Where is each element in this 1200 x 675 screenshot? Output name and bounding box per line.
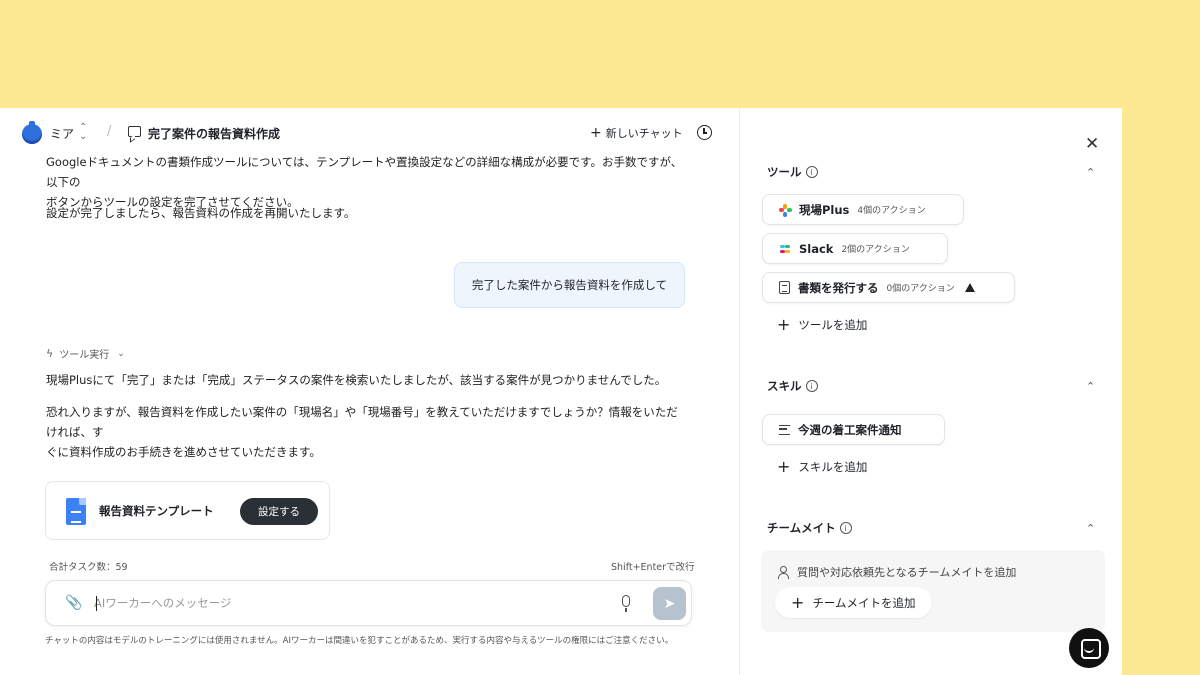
support-chat-button[interactable] bbox=[1069, 628, 1109, 668]
team-section-title: チームメイト i bbox=[767, 520, 852, 536]
tool-item-issue-document[interactable]: 書類を発行する 0個のアクション bbox=[762, 272, 1015, 303]
task-count: 合計タスク数：59 bbox=[49, 562, 128, 573]
add-teammate-label: チームメイトを追加 bbox=[812, 595, 916, 610]
chevron-up-icon[interactable]: ⌃ bbox=[1086, 380, 1095, 393]
chat-pane: ミア ⌃ ⌄ / 完了案件の報告資料作成 + 新しいチャット Googleドキュメ… bbox=[0, 108, 740, 675]
text-caret bbox=[96, 596, 97, 611]
tool-action-count: 4個のアクション bbox=[857, 206, 926, 216]
assistant-message: 設定が完了しましたら、報告資料の作成を再開いたします。 bbox=[46, 206, 356, 220]
plus-icon: + bbox=[777, 315, 791, 334]
assistant-message: 現場Plusにて「完了」または「完成」ステータスの案件を検索いたしましたが、該当… bbox=[46, 373, 667, 387]
tool-name: 現場Plus bbox=[799, 202, 850, 217]
skill-name: 今週の着工案件通知 bbox=[798, 422, 902, 437]
teammate-hint: 質問や対応依頼先となるチームメイトを追加 bbox=[797, 566, 1017, 579]
tool-name: Slack bbox=[799, 241, 834, 256]
assistant-message-line: ぐに資料作成のお手続きを進めさせていただきます。 bbox=[46, 445, 321, 459]
info-icon[interactable]: i bbox=[805, 166, 818, 178]
tool-run-toggle[interactable]: ϟ ツール実行 ⌄ bbox=[46, 346, 125, 361]
breadcrumb-separator: / bbox=[107, 124, 112, 139]
attach-icon[interactable]: 📎 bbox=[65, 595, 82, 611]
info-icon[interactable]: i bbox=[805, 380, 818, 392]
tool-action-count: 0個のアクション bbox=[886, 284, 955, 294]
skill-item-weekly-notice[interactable]: 今週の着工案件通知 bbox=[762, 414, 945, 445]
chevron-down-icon: ⌄ bbox=[117, 348, 125, 359]
new-chat-button[interactable]: + 新しいチャット bbox=[590, 125, 683, 141]
agent-avatar[interactable] bbox=[22, 121, 42, 144]
genba-plus-icon bbox=[779, 203, 792, 217]
settings-panel: ✕ ツール i ⌃ 現場Plus 4個のアクション Slack 2個のアクション… bbox=[741, 108, 1122, 675]
background-strip bbox=[1122, 108, 1200, 675]
info-icon[interactable]: i bbox=[839, 522, 852, 534]
tools-title: ツール bbox=[767, 165, 802, 179]
tools-section-title: ツール i bbox=[767, 164, 818, 180]
tool-run-label: ツール実行 bbox=[59, 350, 110, 361]
bolt-icon: ϟ bbox=[46, 347, 54, 360]
message-input[interactable] bbox=[94, 593, 594, 613]
teammate-box: 質問や対応依頼先となるチームメイトを追加 + チームメイトを追加 bbox=[761, 550, 1105, 632]
add-tool-label: ツールを追加 bbox=[798, 318, 868, 332]
skills-section-title: スキル i bbox=[767, 378, 818, 394]
app-window: ミア ⌃ ⌄ / 完了案件の報告資料作成 + 新しいチャット Googleドキュメ… bbox=[0, 108, 1122, 675]
send-icon: ➤ bbox=[663, 595, 676, 612]
document-icon bbox=[779, 281, 790, 294]
add-skill-button[interactable]: + スキルを追加 bbox=[777, 459, 867, 475]
add-teammate-button[interactable]: + チームメイトを追加 bbox=[775, 587, 932, 618]
shortcut-hint: Shift+Enterで改行 bbox=[611, 562, 695, 573]
team-title: チームメイト bbox=[767, 521, 836, 535]
chat-header: ミア ⌃ ⌄ / 完了案件の報告資料作成 + 新しいチャット bbox=[0, 108, 740, 158]
template-name: 報告資料テンプレート bbox=[99, 504, 214, 518]
skills-title: スキル bbox=[767, 379, 802, 393]
tool-action-count: 2個のアクション bbox=[841, 245, 910, 255]
agent-name[interactable]: ミア bbox=[50, 125, 74, 142]
chat-bubble-icon bbox=[128, 126, 141, 137]
disclaimer-text: チャットの内容はモデルのトレーニングには使用されません。AIワーカーは間違いを犯… bbox=[45, 636, 674, 646]
close-icon[interactable]: ✕ bbox=[1085, 134, 1099, 154]
agent-switch-icon[interactable]: ⌃ ⌄ bbox=[79, 123, 87, 142]
tool-name: 書類を発行する bbox=[798, 280, 879, 295]
chevron-up-icon[interactable]: ⌃ bbox=[1086, 166, 1095, 179]
user-message-bubble: 完了した案件から報告資料を作成して bbox=[454, 262, 685, 308]
warning-icon bbox=[964, 283, 975, 292]
setup-button[interactable]: 設定する bbox=[240, 498, 318, 525]
plus-icon: + bbox=[590, 125, 602, 141]
history-icon[interactable] bbox=[697, 125, 712, 140]
tool-item-genba-plus[interactable]: 現場Plus 4個のアクション bbox=[762, 194, 964, 225]
plus-icon: + bbox=[791, 592, 805, 612]
slack-icon bbox=[779, 243, 791, 255]
plus-icon: + bbox=[777, 457, 791, 476]
assistant-message-line: 恐れ入りますが、報告資料を作成したい案件の「現場名」や「現場番号」を教えていただ… bbox=[46, 405, 678, 439]
template-card: 報告資料テンプレート 設定する bbox=[45, 481, 330, 540]
list-icon bbox=[779, 424, 790, 435]
assistant-message: 恐れ入りますが、報告資料を作成したい案件の「現場名」や「現場番号」を教えていただ… bbox=[46, 402, 686, 462]
message-composer: 📎 ➤ bbox=[45, 580, 692, 626]
person-icon bbox=[778, 566, 789, 579]
tool-item-slack[interactable]: Slack 2個のアクション bbox=[762, 233, 948, 264]
user-message-text: 完了した案件から報告資料を作成して bbox=[471, 278, 668, 292]
chevron-up-icon[interactable]: ⌃ bbox=[1086, 522, 1095, 535]
send-button[interactable]: ➤ bbox=[653, 587, 686, 620]
assistant-message-line: Googleドキュメントの書類作成ツールについては、テンプレートや置換設定などの… bbox=[46, 155, 683, 189]
google-docs-icon bbox=[66, 498, 86, 525]
add-tool-button[interactable]: + ツールを追加 bbox=[777, 317, 867, 333]
add-skill-label: スキルを追加 bbox=[798, 460, 868, 474]
chat-title: 完了案件の報告資料作成 bbox=[148, 127, 281, 141]
microphone-icon[interactable] bbox=[622, 595, 630, 612]
new-chat-label: 新しいチャット bbox=[605, 127, 683, 140]
